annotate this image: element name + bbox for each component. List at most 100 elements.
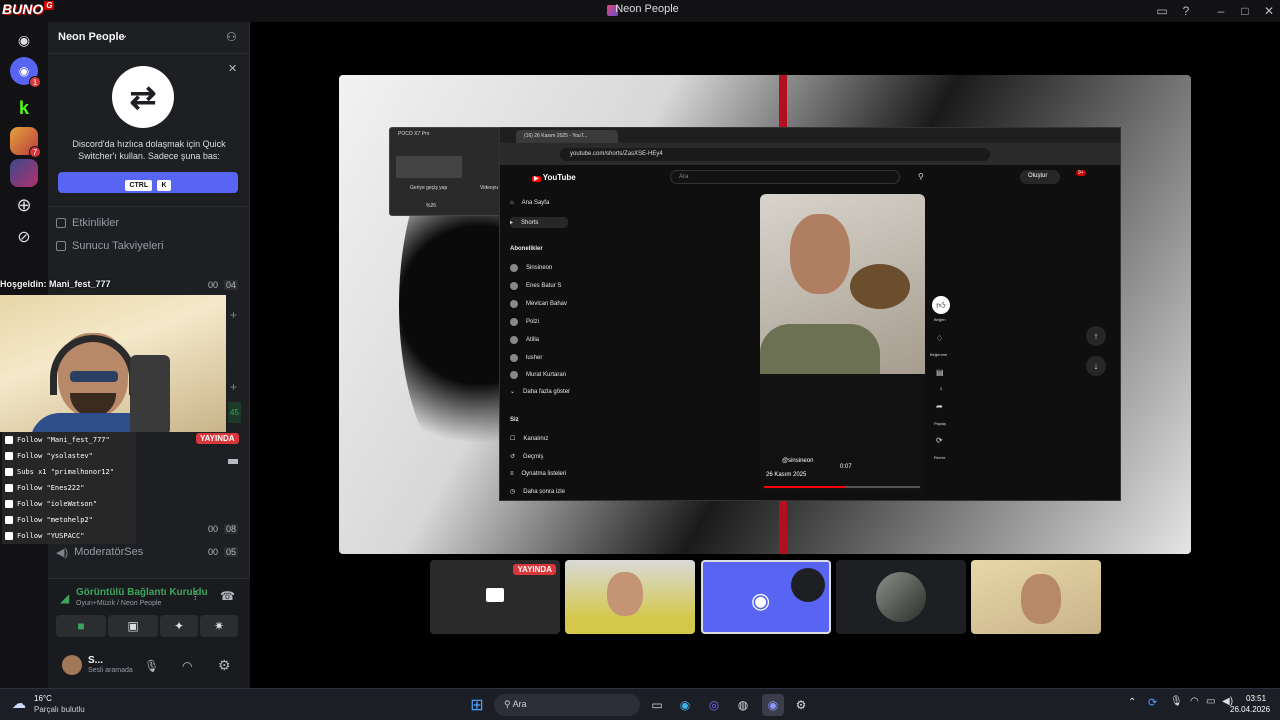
inbox-icon[interactable]: ▭: [1151, 2, 1173, 20]
discord-taskbar-icon[interactable]: ◉: [762, 694, 784, 716]
close-icon[interactable]: ✕: [228, 62, 237, 75]
add-icon[interactable]: +: [230, 380, 237, 394]
tray-chevron-icon[interactable]: ⌃: [1128, 697, 1136, 708]
voice-status[interactable]: Görüntülü Bağlantı Kuruldu: [76, 587, 208, 598]
server-icon-1[interactable]: ◉ 1: [10, 57, 41, 88]
participant-tile-user5[interactable]: [971, 560, 1101, 634]
add-server-icon[interactable]: ⊕: [10, 191, 38, 219]
soundboard-button[interactable]: ✷: [200, 615, 238, 637]
disconnect-icon[interactable]: ☎: [220, 589, 235, 603]
sparkle-icon: ✷: [213, 619, 225, 633]
task-view-icon[interactable]: ▭: [646, 694, 668, 716]
sync-icon[interactable]: ⟳: [1148, 696, 1157, 709]
participant-tile-user4[interactable]: [836, 560, 966, 634]
share-icon[interactable]: ➦: [936, 402, 943, 411]
channel-name[interactable]: @sinsineon: [782, 458, 813, 464]
back-button[interactable]: [396, 156, 462, 178]
kick-server-icon[interactable]: k: [10, 94, 38, 122]
app-icon[interactable]: ◎: [703, 694, 725, 716]
steam-icon[interactable]: ⚙: [790, 694, 812, 716]
explore-icon[interactable]: ⊘: [10, 223, 38, 251]
taskbar-search[interactable]: ⚲ Ara: [494, 694, 640, 716]
settings-icon[interactable]: ⚙: [218, 657, 231, 674]
nav-history[interactable]: ↺ Geçmiş: [510, 453, 543, 461]
shorts-video[interactable]: @sinsineon 26 Kasım 2025 0:07: [760, 194, 925, 494]
server-icon-3[interactable]: 7: [10, 127, 41, 158]
phone-mirror-window[interactable]: POCO X7 Pro Geriye geçiş yap Videoyu %26: [389, 127, 501, 216]
start-button[interactable]: ⊞: [466, 694, 488, 716]
dislike-icon[interactable]: ♢: [936, 334, 943, 343]
boost-icon: [56, 241, 66, 251]
arrow-up-icon[interactable]: ↑: [1086, 326, 1106, 346]
nav-channel[interactable]: ☐ Kanalınız: [510, 435, 548, 443]
activities-button[interactable]: ✦: [160, 615, 198, 637]
sub-item[interactable]: Atilla: [510, 336, 539, 344]
user-avatar[interactable]: [62, 655, 82, 675]
nav-playlists[interactable]: ≡ Oynatma listeleri: [510, 471, 566, 477]
video-time: 0:07: [840, 464, 852, 470]
create-button[interactable]: Oluştur: [1020, 170, 1060, 184]
participant-tile-user3[interactable]: ◉: [701, 560, 831, 634]
clock-time[interactable]: 03:51: [1246, 694, 1266, 703]
voice-limit: 05: [224, 547, 239, 557]
nav-home[interactable]: ⌂ Ana Sayfa: [510, 200, 549, 206]
notification-badge[interactable]: 9+: [1076, 170, 1086, 176]
browser-tab[interactable]: (16) 26 Kasım 2025 - YouT...: [516, 130, 618, 143]
chevron-down-icon: ⌄: [120, 30, 129, 41]
like-button[interactable]: 👍︎: [932, 296, 950, 314]
remix-icon[interactable]: ⟳: [936, 436, 943, 445]
add-icon[interactable]: +: [230, 308, 237, 322]
nav-shorts[interactable]: ▸ Shorts: [510, 217, 569, 228]
sub-item[interactable]: lusher: [510, 354, 542, 362]
microphone-icon[interactable]: 🎙︎: [144, 659, 159, 673]
help-icon[interactable]: ?: [1175, 2, 1197, 20]
show-more[interactable]: ⌄ Daha fazla göster: [510, 388, 570, 396]
quick-switcher-shortcut[interactable]: CTRL K: [58, 172, 238, 193]
headphones-icon[interactable]: ◠: [182, 659, 192, 673]
search-input[interactable]: Ara: [670, 170, 900, 184]
weather-temp: 16°C: [34, 694, 52, 703]
youtube-logo[interactable]: ▶ YouTube: [532, 173, 576, 182]
channel-boosts[interactable]: Sunucu Takviyeleri: [56, 237, 242, 255]
follow-alert: Follow "Mani_fest_777": [2, 432, 136, 448]
url-input[interactable]: youtube.com/shorts/ZasXSE-HEy4: [560, 148, 990, 161]
weather-icon[interactable]: ☁: [12, 695, 26, 712]
screen-share-button[interactable]: ▣: [108, 615, 158, 637]
browser-window[interactable]: (16) 26 Kasım 2025 - YouT... youtube.com…: [499, 127, 1121, 501]
battery-icon[interactable]: ▭: [1206, 696, 1215, 707]
maximize-button[interactable]: □: [1234, 2, 1256, 20]
person-head: [1021, 574, 1061, 624]
edge-icon[interactable]: ◉: [674, 694, 696, 716]
invite-icon[interactable]: ⚇: [226, 30, 237, 44]
channel-events[interactable]: Etkinlikler: [56, 214, 242, 232]
sub-item[interactable]: Polzi: [510, 318, 539, 326]
progress-fill: [764, 486, 846, 488]
clock-date[interactable]: 26.04.2026: [1230, 705, 1270, 714]
chrome-icon[interactable]: ◍: [732, 694, 754, 716]
server-header[interactable]: Neon People ⌄ ⚇: [48, 22, 250, 54]
swap-arrows-icon: ⇄: [112, 66, 174, 128]
arrow-down-icon[interactable]: ↓: [1086, 356, 1106, 376]
subscriptions-title[interactable]: Abonelikler: [510, 246, 543, 252]
dislike-label: Beğenme: [930, 352, 948, 357]
close-button[interactable]: ✕: [1258, 2, 1280, 20]
search-icon[interactable]: ⚲: [918, 172, 924, 181]
mic-tray-icon[interactable]: 🎙︎: [1170, 696, 1183, 707]
participant-tile-user2[interactable]: [565, 560, 695, 634]
voice-count: 00: [208, 547, 219, 557]
voice-channel[interactable]: Oyun+Müzik / Neon People: [76, 600, 161, 607]
sub-item[interactable]: Mevlcan Bahav: [510, 300, 567, 308]
nav-watch-later[interactable]: ◷ Daha sonra izle: [510, 488, 565, 496]
sub-item[interactable]: Enes Batur S: [510, 282, 561, 290]
server-icon-4[interactable]: [10, 159, 38, 187]
camera-button[interactable]: ■: [56, 615, 106, 637]
wifi-icon[interactable]: ◠: [1190, 696, 1199, 707]
minimize-button[interactable]: –: [1210, 2, 1232, 20]
sub-item[interactable]: Murat Kurtaran: [510, 371, 566, 379]
participant-tile-stream[interactable]: YAYINDA: [430, 560, 560, 634]
discord-home-icon[interactable]: ◉: [10, 26, 38, 54]
you-title[interactable]: Siz: [510, 417, 519, 423]
sub-item[interactable]: Sinsineon: [510, 264, 552, 272]
comment-icon[interactable]: ▤: [936, 368, 944, 377]
soundboard-icon[interactable]: ⦙: [194, 589, 197, 604]
